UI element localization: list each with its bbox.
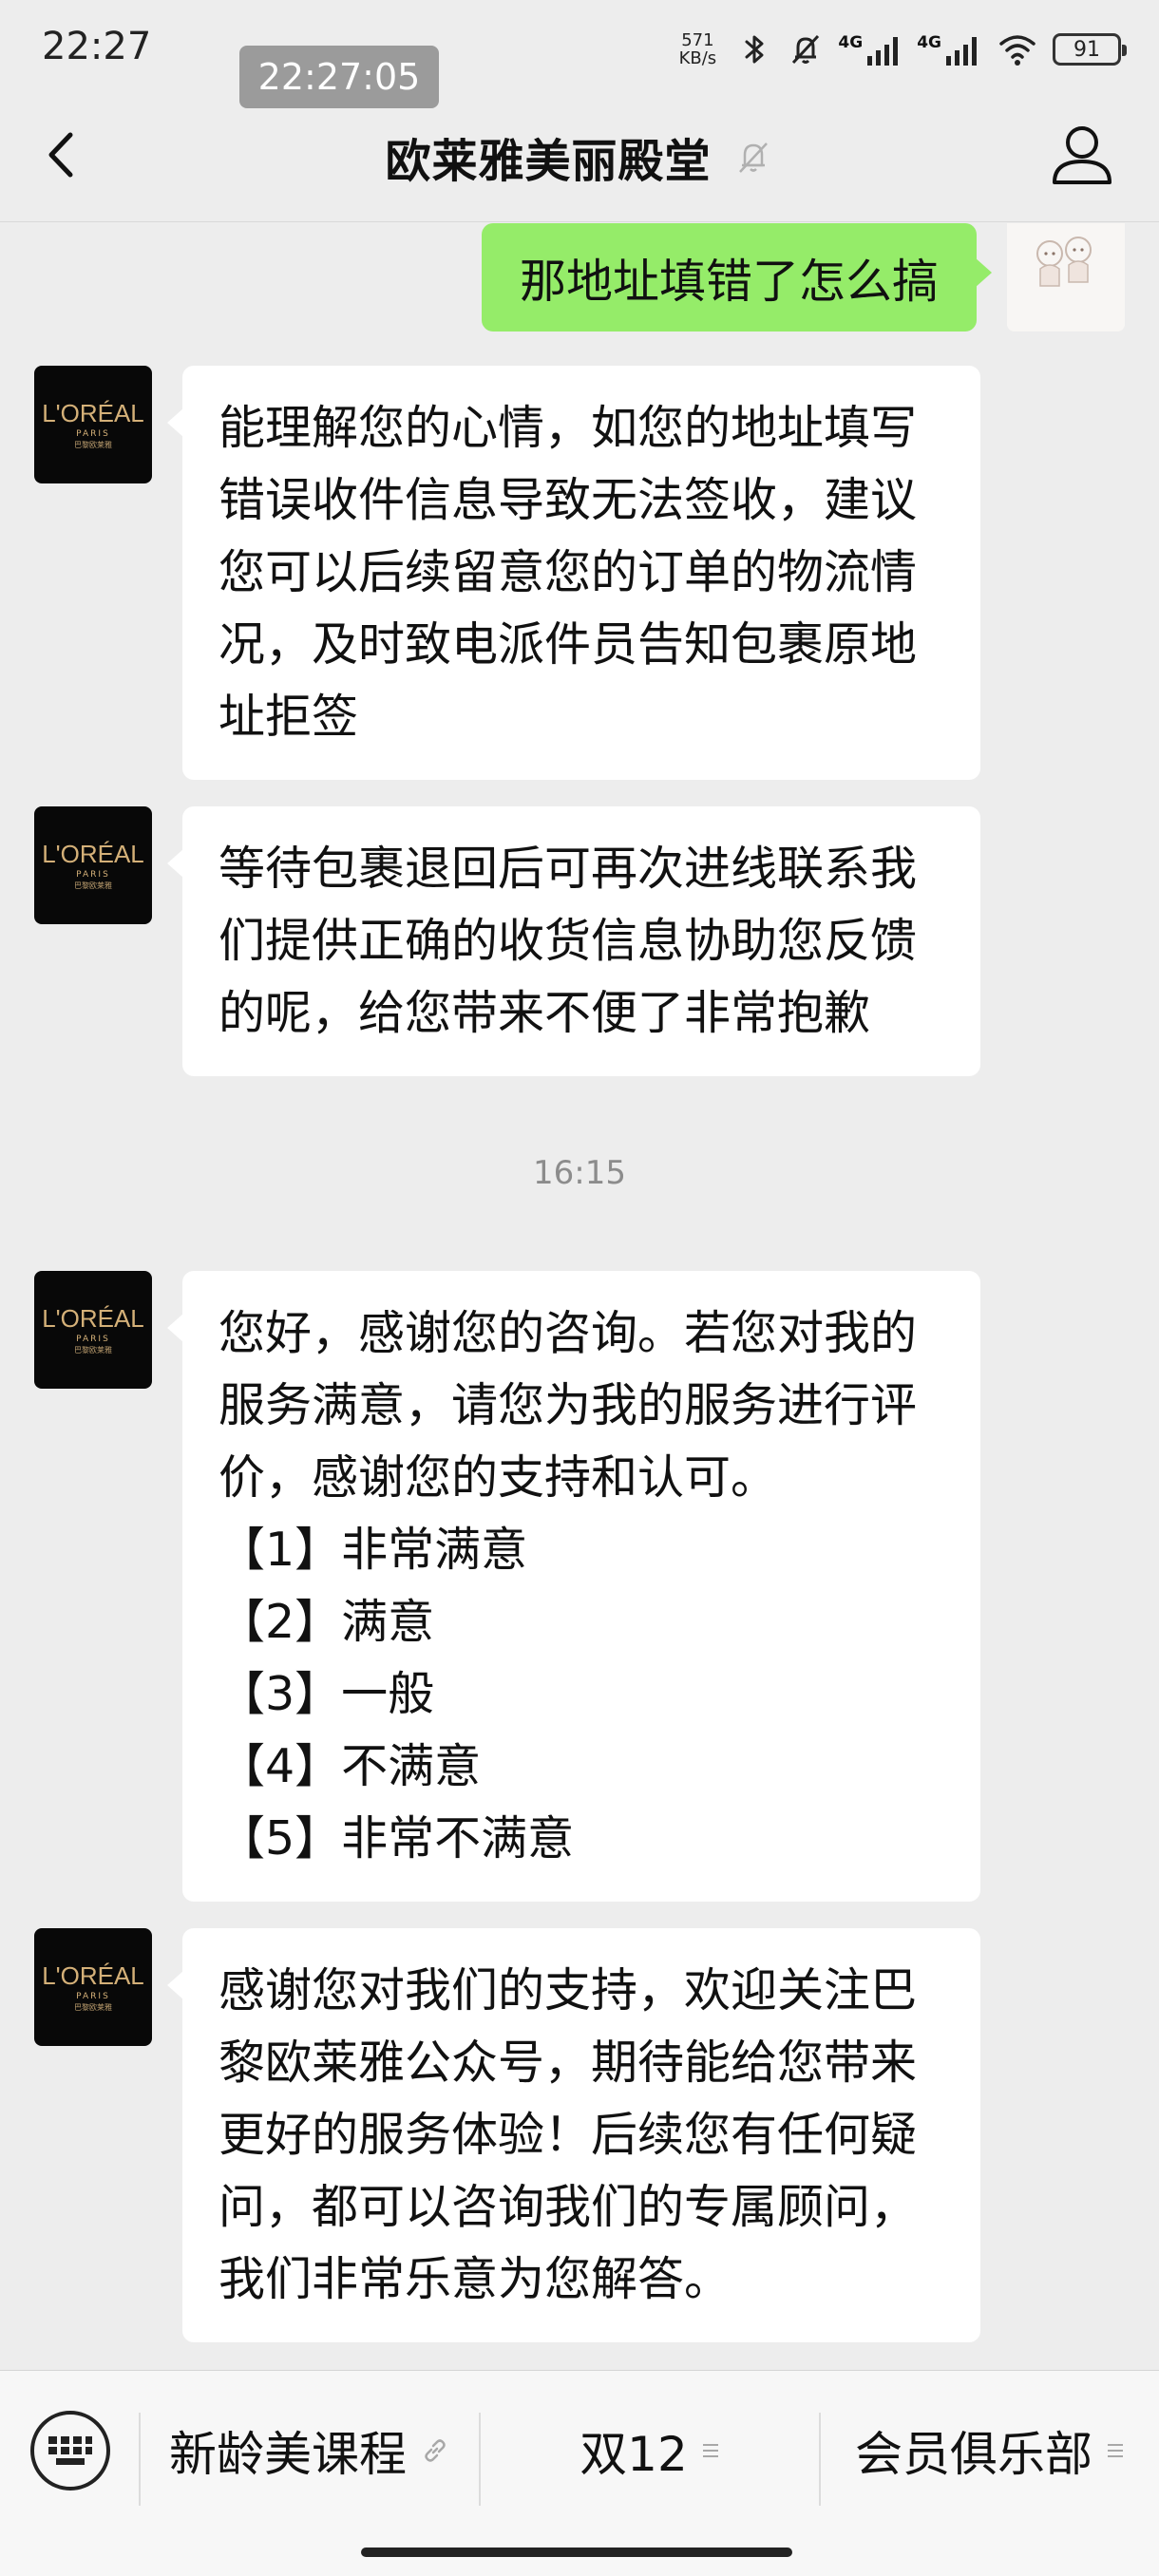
muted-bell-icon (738, 142, 768, 173)
incoming-message-bubble[interactable]: 等待包裹退回后可再次进线联系我 们提供正确的收货信息协助您反馈 的呢，给您带来不… (167, 806, 980, 1076)
status-bar: 22:27 571 KB/s 4G 4G 91 (0, 0, 1159, 95)
service-menu-bar: 新龄美课程 双12 会员俱乐部 (0, 2370, 1159, 2576)
mute-bell-icon (792, 34, 820, 65)
chat-title-row: 欧莱雅美丽殿堂 (0, 123, 1159, 190)
menu-item-double12[interactable]: 双12 (481, 2390, 819, 2511)
bluetooth-icon (745, 35, 764, 64)
menu-item-member-club[interactable]: 会员俱乐部 (821, 2390, 1159, 2511)
cell-signal-1: 4G (838, 33, 903, 66)
home-indicator[interactable] (361, 2548, 792, 2557)
chat-timestamp: 16:15 (533, 1154, 626, 1192)
user-avatar[interactable] (1007, 223, 1125, 331)
battery-indicator: 91 (1053, 33, 1127, 66)
brand-avatar[interactable]: L'ORÉAL PARIS 巴黎欧莱雅 (34, 366, 152, 483)
profile-icon[interactable] (1049, 120, 1115, 188)
status-time: 22:27 (42, 25, 152, 68)
signal-bars-icon (867, 37, 899, 66)
cartoon-couple-avatar-icon (1007, 223, 1125, 331)
incoming-message-bubble[interactable]: 能理解您的心情，如您的地址填写 错误收件信息导致无法签收，建议 您可以后续留意您… (167, 366, 980, 780)
link-icon (425, 2439, 446, 2462)
brand-avatar[interactable]: L'ORÉAL PARIS 巴黎欧莱雅 (34, 806, 152, 924)
menu-lines-icon (1108, 2444, 1123, 2457)
timestamp-toast: 22:27:05 (239, 46, 439, 108)
outgoing-message-bubble[interactable]: 那地址填错了怎么搞 (481, 223, 993, 331)
cell-signal-2: 4G (917, 33, 982, 66)
incoming-message-bubble[interactable]: 感谢您对我们的支持，欢迎关注巴 黎欧莱雅公众号，期待能给您带来 更好的服务体验！… (167, 1928, 980, 2342)
signal-bars-icon (946, 37, 977, 66)
keyboard-toggle-button[interactable] (30, 2411, 110, 2491)
brand-avatar[interactable]: L'ORÉAL PARIS 巴黎欧莱雅 (34, 1928, 152, 2046)
wifi-icon (999, 35, 1036, 66)
brand-avatar[interactable]: L'ORÉAL PARIS 巴黎欧莱雅 (34, 1271, 152, 1389)
network-speed: 571 KB/s (678, 30, 717, 68)
chat-message-list[interactable]: 那地址填错了怎么搞 L'ORÉAL PARIS 巴黎欧莱雅 能理解您的心情，如您… (0, 223, 1159, 2370)
status-icons: 571 KB/s 4G 4G 91 (673, 25, 1127, 74)
incoming-message-bubble[interactable]: 您好，感谢您的咨询。若您对我的 服务满意，请您为我的服务进行评 价，感谢您的支持… (167, 1271, 980, 1902)
chat-header: 欧莱雅美丽殿堂 (0, 95, 1159, 222)
keyboard-icon (48, 2436, 92, 2465)
menu-item-course[interactable]: 新龄美课程 (141, 2390, 479, 2511)
menu-lines-icon (702, 2444, 718, 2457)
chat-title: 欧莱雅美丽殿堂 (385, 135, 712, 188)
